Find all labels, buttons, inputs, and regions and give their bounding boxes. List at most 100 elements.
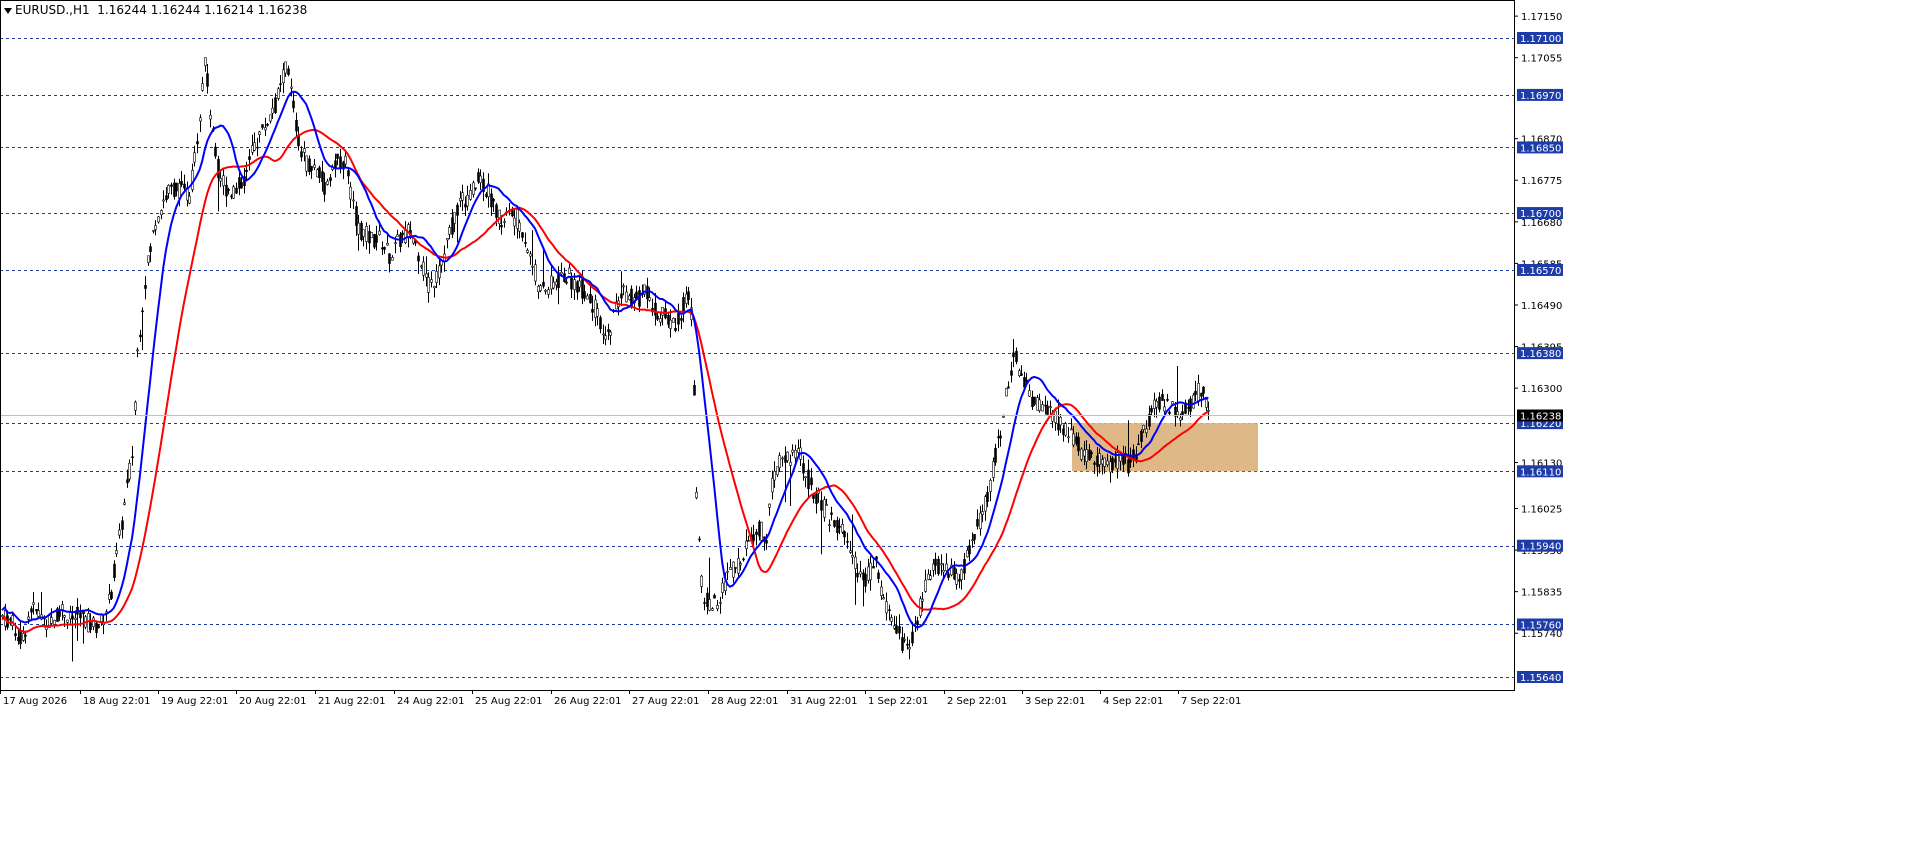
- candle-body: [851, 554, 854, 558]
- candle-body: [898, 626, 901, 634]
- candle-body: [677, 313, 680, 325]
- candle-body: [1168, 411, 1171, 414]
- candle-body: [128, 462, 131, 480]
- candle-body: [1015, 351, 1018, 363]
- candle-body: [1025, 379, 1028, 382]
- candle-body: [232, 186, 235, 199]
- time-axis: 17 Aug 2026 18 Aug 22:01 19 Aug 22:01 20 Au…: [0, 690, 1241, 707]
- candle-body: [245, 169, 248, 172]
- candle-body: [365, 226, 368, 242]
- time-tick-label: 4 Sep 22:01: [1103, 696, 1163, 707]
- candle-body: [1072, 433, 1075, 446]
- candle-body: [118, 529, 121, 536]
- candle-body: [622, 285, 625, 288]
- candle-body: [999, 435, 1002, 439]
- candle-body: [908, 647, 911, 650]
- candle-body: [235, 187, 238, 194]
- candle-body: [752, 534, 755, 542]
- candle-body: [1020, 373, 1023, 376]
- candle-body: [1101, 459, 1104, 465]
- candle-body: [292, 100, 295, 109]
- candle-body: [326, 180, 329, 185]
- candle-body: [654, 302, 657, 316]
- candle-body: [518, 222, 521, 232]
- ohlc-label: 1.16244 1.16244 1.16214 1.16238: [97, 3, 308, 17]
- candle-body: [162, 199, 165, 202]
- candle-body: [479, 175, 482, 184]
- candle-body: [74, 617, 77, 620]
- candle-body: [768, 503, 771, 508]
- candle-body: [1057, 423, 1060, 431]
- candle-body: [1132, 449, 1135, 459]
- candle-body: [739, 563, 742, 566]
- dropdown-triangle-icon[interactable]: [4, 7, 12, 14]
- candle-body: [1194, 390, 1197, 395]
- candle-body: [1155, 401, 1158, 408]
- candle-body: [1012, 352, 1015, 358]
- candle-body: [136, 349, 139, 352]
- candle-body: [661, 306, 664, 316]
- candle-body: [843, 531, 846, 538]
- candle-body: [1142, 425, 1145, 430]
- candle-body: [14, 633, 17, 637]
- candle-body: [1192, 394, 1195, 409]
- candle-body: [448, 227, 451, 235]
- candle-body: [960, 569, 963, 580]
- candle-body: [583, 291, 586, 299]
- candle-body: [141, 310, 144, 313]
- candle-body: [269, 114, 272, 122]
- candle-body: [820, 500, 823, 511]
- candle-body: [24, 634, 27, 637]
- candle-body: [453, 212, 456, 224]
- candle-body: [95, 622, 98, 633]
- candle-body: [147, 255, 150, 263]
- candle-body: [240, 182, 243, 189]
- candle-body: [531, 265, 534, 268]
- candle-body: [433, 286, 436, 289]
- candle-body: [885, 601, 888, 614]
- candle-body: [279, 83, 282, 86]
- level-price-label: 1.15940: [1520, 542, 1561, 553]
- candle-body: [745, 540, 748, 549]
- candle-body: [274, 97, 277, 113]
- candle-body: [906, 643, 909, 646]
- candle-body: [648, 297, 651, 301]
- candle-body: [1077, 437, 1080, 452]
- time-tick-label: 1 Sep 22:01: [868, 696, 928, 707]
- time-tick-label: 24 Aug 22:01: [397, 696, 464, 707]
- candle-body: [45, 626, 48, 630]
- candle-body: [599, 317, 602, 330]
- candle-body: [297, 135, 300, 147]
- candle-body: [791, 449, 794, 453]
- candle-body: [295, 120, 298, 132]
- level-price-label: 1.16570: [1520, 266, 1561, 277]
- candle-body: [830, 512, 833, 515]
- candle-body: [339, 156, 342, 169]
- candle-body: [1181, 411, 1184, 415]
- candle-body: [1150, 407, 1153, 413]
- candle-body: [807, 469, 810, 489]
- candle-body: [921, 598, 924, 602]
- candle-body: [110, 591, 113, 599]
- candle-body: [277, 88, 280, 99]
- candle-body: [854, 556, 857, 570]
- candle-body: [1179, 417, 1182, 421]
- candle-body: [225, 184, 228, 197]
- candle-body: [937, 558, 940, 575]
- candle-body: [672, 317, 675, 323]
- candle-body: [560, 271, 563, 275]
- candle-body: [682, 297, 685, 313]
- candle-body: [1093, 462, 1096, 465]
- time-tick-label: 17 Aug 2026: [3, 696, 67, 707]
- candle-body: [1036, 397, 1039, 411]
- candle-body: [1161, 393, 1164, 401]
- candle-body: [427, 277, 430, 293]
- candle-body: [300, 151, 303, 158]
- candle-body: [529, 253, 532, 257]
- candle-body: [534, 264, 537, 282]
- price-chart[interactable]: 1.171501.170551.168701.167751.166801.165…: [0, 0, 1916, 868]
- candle-body: [1140, 430, 1143, 442]
- candle-body: [196, 141, 199, 145]
- candle-body: [438, 265, 441, 279]
- candle-body: [765, 540, 768, 544]
